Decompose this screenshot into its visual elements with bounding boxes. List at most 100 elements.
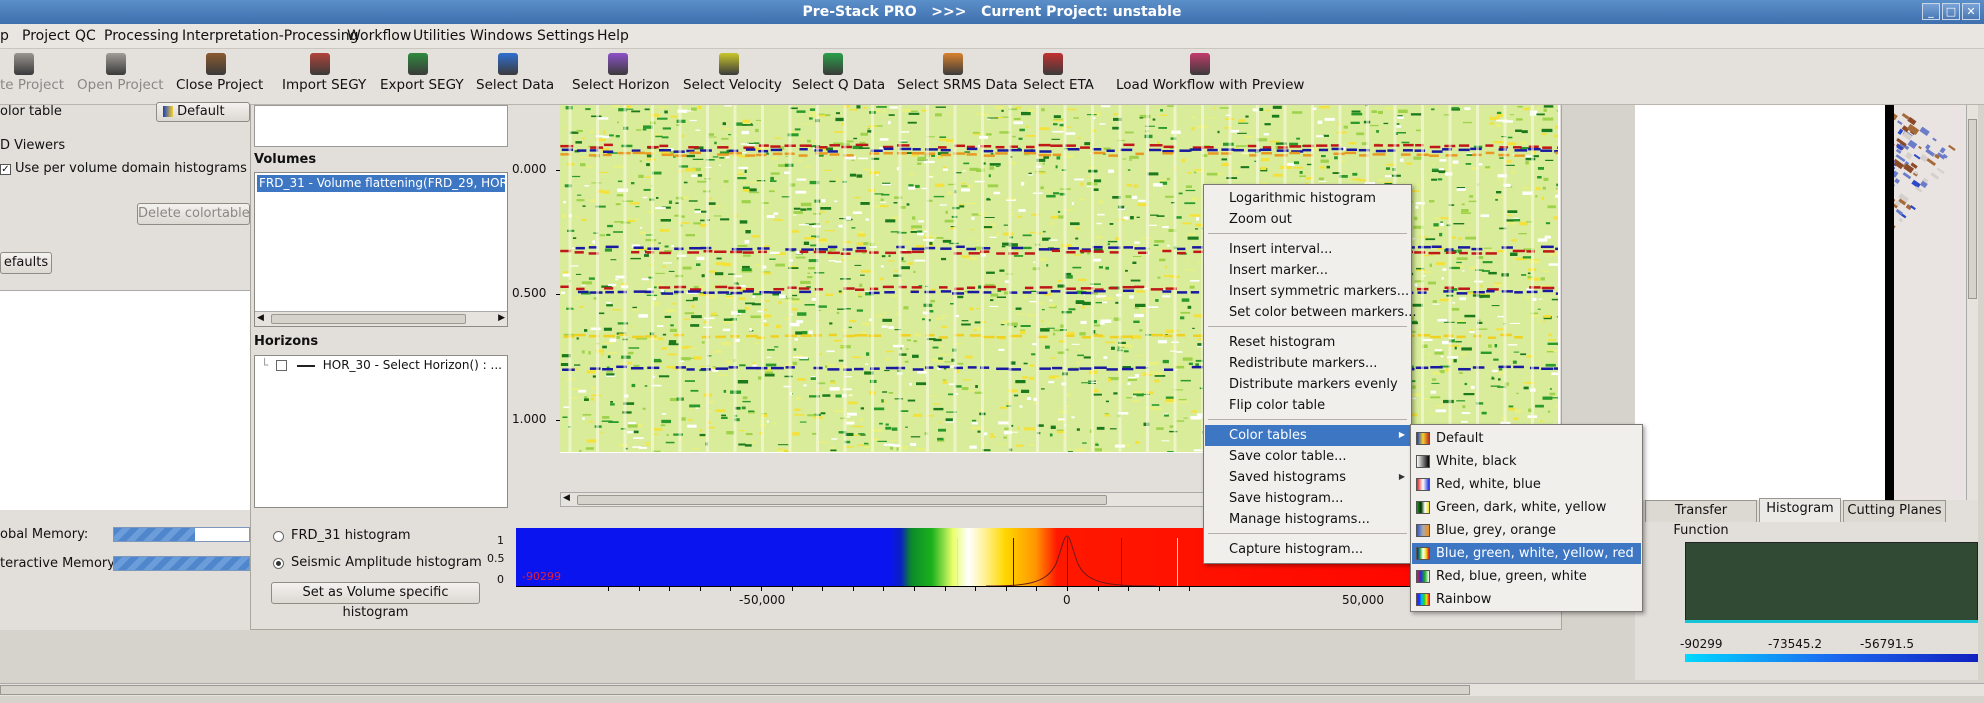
- menu-separator: [1208, 419, 1407, 420]
- toolbar-button-7[interactable]: Select Velocity: [683, 49, 782, 105]
- color-table-option[interactable]: Blue, green, white, yellow, red: [1412, 543, 1641, 564]
- context-menu-item[interactable]: Insert symmetric markers...: [1205, 281, 1410, 302]
- toolbar-button-8[interactable]: Select Q Data: [792, 49, 885, 105]
- menu-help[interactable]: Help: [597, 28, 629, 44]
- scroll-left-icon[interactable]: ◀: [257, 313, 264, 323]
- seismic-scroll-thumb[interactable]: [577, 495, 1107, 505]
- toolbar-button-1[interactable]: Open Project: [77, 49, 164, 105]
- set-volume-specific-histogram-button[interactable]: Set as Volume specific histogram: [271, 582, 480, 620]
- close-window-button[interactable]: ✕: [1962, 3, 1980, 20]
- horizon-checkbox[interactable]: [276, 360, 288, 371]
- toolbar-button-9[interactable]: Select SRMS Data: [897, 49, 1018, 105]
- volumes-list[interactable]: FRD_31 - Volume flattening(FRD_29, HOR ◀…: [254, 172, 508, 327]
- context-menu-item[interactable]: Capture histogram...: [1205, 539, 1410, 560]
- color-table-option[interactable]: Blue, grey, orange: [1412, 520, 1641, 541]
- color-table-option[interactable]: White, black: [1412, 451, 1641, 472]
- toolbar-button-11[interactable]: Load Workflow with Preview: [1116, 49, 1304, 105]
- menu-workflow[interactable]: Workflow: [347, 28, 411, 44]
- maximize-button[interactable]: □: [1942, 3, 1960, 20]
- viewers-label: D Viewers: [0, 138, 66, 153]
- minimize-button[interactable]: _: [1922, 3, 1940, 20]
- volume-item[interactable]: FRD_31 - Volume flattening(FRD_29, HOR: [257, 175, 505, 192]
- toolbar-button-5[interactable]: Select Data: [476, 49, 555, 105]
- context-menu-item[interactable]: Insert marker...: [1205, 260, 1410, 281]
- window-title-bar: Pre-Stack PRO >>> Current Project: unsta…: [0, 0, 1984, 24]
- menu-windows[interactable]: Windows: [470, 28, 533, 44]
- radio-frd31-histogram[interactable]: [273, 531, 284, 542]
- color-table-option[interactable]: Red, blue, green, white: [1412, 566, 1641, 587]
- seismic-scroll-left-icon[interactable]: ◀: [563, 493, 570, 503]
- context-menu-item[interactable]: Logarithmic histogram: [1205, 188, 1410, 209]
- menu-processing[interactable]: Processing: [104, 28, 179, 44]
- marker-line[interactable]: [1177, 538, 1178, 586]
- menu-qc[interactable]: QC: [75, 28, 96, 44]
- toolbar-button-2[interactable]: Close Project: [176, 49, 263, 105]
- bottom-scroll-thumb[interactable]: [0, 685, 1470, 695]
- context-menu-item[interactable]: Save histogram...: [1205, 488, 1410, 509]
- menu-interpretation-processing[interactable]: Interpretation-Processing: [182, 28, 359, 44]
- color-table-option[interactable]: Default: [1412, 428, 1641, 449]
- context-menu-item[interactable]: Insert interval...: [1205, 239, 1410, 260]
- top-list-box[interactable]: [254, 105, 508, 147]
- color-table-option[interactable]: Rainbow: [1412, 589, 1641, 610]
- color-table-option[interactable]: Red, white, blue: [1412, 474, 1641, 495]
- menu-project[interactable]: Project: [22, 28, 70, 44]
- radio-seismic-amplitude[interactable]: [273, 558, 284, 569]
- color-table-option-label: Red, blue, green, white: [1436, 569, 1587, 584]
- hist-x-tickmark: [1005, 586, 1007, 591]
- export-segy-icon: [408, 53, 428, 75]
- seismic-y-tickmark: [556, 420, 560, 421]
- context-menu-item[interactable]: Reset histogram: [1205, 332, 1410, 353]
- hist-x-label: -50,000: [739, 593, 786, 607]
- context-menu-item[interactable]: Flip color table: [1205, 395, 1410, 416]
- toolbar-button-3[interactable]: Import SEGY: [282, 49, 366, 105]
- import-segy-icon: [310, 53, 330, 75]
- select-q-data-icon: [823, 53, 843, 75]
- toolbar-label: Select Data: [476, 77, 555, 93]
- tab-transfer-function[interactable]: Transfer Function: [1645, 500, 1757, 538]
- menu-utilities[interactable]: Utilities: [413, 28, 466, 44]
- seismic-y-tick: 0.500: [512, 286, 547, 300]
- hist-x-tickmark: [1097, 586, 1099, 591]
- histogram-checkbox[interactable]: ✓: [0, 164, 11, 175]
- context-menu-item[interactable]: Manage histograms...: [1205, 509, 1410, 530]
- volumes-scroll-thumb[interactable]: [271, 314, 466, 324]
- hist-x-tickmark: [669, 586, 671, 591]
- toolbar-button-4[interactable]: Export SEGY: [380, 49, 464, 105]
- marker-line[interactable]: [957, 538, 958, 586]
- toolbar-button-0[interactable]: te Project: [0, 49, 64, 105]
- context-menu-item[interactable]: Zoom out: [1205, 209, 1410, 230]
- color-table-option-label: Blue, grey, orange: [1436, 523, 1557, 538]
- seismic-y-tick: 0.000: [512, 162, 547, 176]
- tab-cutting-planes[interactable]: Cutting Planes: [1843, 500, 1946, 522]
- toolbar-button-6[interactable]: Select Horizon: [572, 49, 670, 105]
- volumes-hscrollbar[interactable]: ◀ ▶: [255, 311, 507, 326]
- context-menu-item[interactable]: Save color table...: [1205, 446, 1410, 467]
- right-vscrollbar[interactable]: [1966, 105, 1978, 500]
- color-table-option[interactable]: Green, dark, white, yellow: [1412, 497, 1641, 518]
- color-table-select[interactable]: Default: [156, 102, 250, 122]
- scroll-right-icon[interactable]: ▶: [498, 313, 505, 323]
- toolbar-button-10[interactable]: Select ETA: [1023, 49, 1094, 105]
- menu-settings[interactable]: Settings: [537, 28, 594, 44]
- hist-x-tickmark: [822, 586, 824, 591]
- right-histogram-plot[interactable]: [1685, 542, 1978, 622]
- context-menu-item[interactable]: Set color between markers...: [1205, 302, 1417, 323]
- tab-histogram[interactable]: Histogram: [1759, 498, 1841, 522]
- hist-x-tickmark: [944, 586, 946, 591]
- right-x-label: -73545.2: [1768, 637, 1822, 651]
- color-table-swatch-icon: [163, 106, 173, 117]
- context-menu-item[interactable]: Redistribute markers...: [1205, 353, 1410, 374]
- delete-colortables-button[interactable]: Delete colortables: [137, 203, 250, 225]
- context-menu-item[interactable]: Saved histograms: [1205, 467, 1410, 488]
- radio-seismic-amplitude-label: Seismic Amplitude histogram: [291, 555, 482, 570]
- horizons-list[interactable]: └ HOR_30 - Select Horizon() : ...: [254, 355, 508, 508]
- context-menu-item[interactable]: Distribute markers evenly: [1205, 374, 1410, 395]
- horizon-item[interactable]: └ HOR_30 - Select Horizon() : ...: [261, 358, 502, 372]
- menu-separator: [1208, 326, 1407, 327]
- menu-app[interactable]: p: [0, 28, 9, 44]
- defaults-button[interactable]: efaults: [0, 252, 52, 274]
- bottom-hscrollbar[interactable]: [0, 683, 1984, 696]
- context-menu-item[interactable]: Color tables: [1205, 425, 1410, 446]
- right-scroll-thumb[interactable]: [1968, 119, 1977, 299]
